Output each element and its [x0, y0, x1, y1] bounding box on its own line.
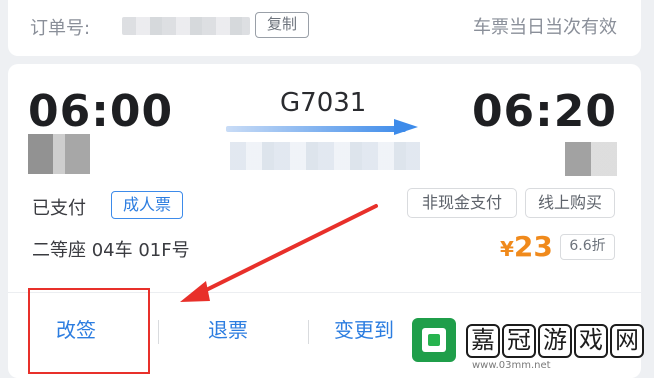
watermark-char: 游 — [538, 324, 572, 358]
tag-online-purchase: 线上购买 — [525, 188, 615, 218]
departure-station-redacted — [28, 134, 90, 174]
order-number-label: 订单号: — [30, 18, 91, 39]
train-number: G7031 — [280, 88, 367, 118]
route-arrow-icon — [394, 119, 418, 135]
watermark-site: www.03mm.net — [472, 360, 551, 371]
tag-noncash-payment: 非现金支付 — [407, 188, 517, 218]
validity-note: 车票当日当次有效 — [473, 17, 617, 38]
payment-status: 已支付 — [32, 198, 86, 219]
arrival-time: 06:20 — [471, 86, 617, 137]
watermark-char: 嘉 — [466, 324, 500, 358]
watermark-char: 戏 — [574, 324, 608, 358]
seat-info: 二等座 04车 01F号 — [32, 240, 190, 261]
price-value: 23 — [513, 230, 553, 263]
watermark-char: 冠 — [502, 324, 536, 358]
watermark-char: 网 — [610, 324, 644, 358]
watermark-logo-dot — [428, 334, 440, 346]
route-info-redacted — [230, 142, 420, 170]
action-separator — [158, 320, 159, 344]
ticket-price: ¥23 — [500, 230, 553, 263]
ticket-type-badge: 成人票 — [111, 191, 183, 219]
arrival-station-redacted — [565, 142, 617, 176]
price-symbol: ¥ — [500, 237, 514, 261]
action-separator — [308, 320, 309, 344]
annotation-highlight-box — [28, 288, 150, 374]
discount-badge: 6.6折 — [560, 234, 615, 260]
refund-ticket-button[interactable]: 退票 — [208, 314, 248, 343]
watermark-logo-icon — [412, 318, 456, 362]
watermark-brand: 嘉 冠 游 戏 网 — [466, 324, 644, 358]
change-to-button[interactable]: 变更到 — [334, 314, 394, 343]
route-arrow-line — [226, 126, 406, 132]
departure-time: 06:00 — [28, 86, 174, 137]
order-header-card: 订单号: 复制 车票当日当次有效 — [8, 0, 641, 56]
copy-order-button[interactable]: 复制 — [255, 12, 309, 38]
order-number-redacted — [122, 17, 250, 35]
